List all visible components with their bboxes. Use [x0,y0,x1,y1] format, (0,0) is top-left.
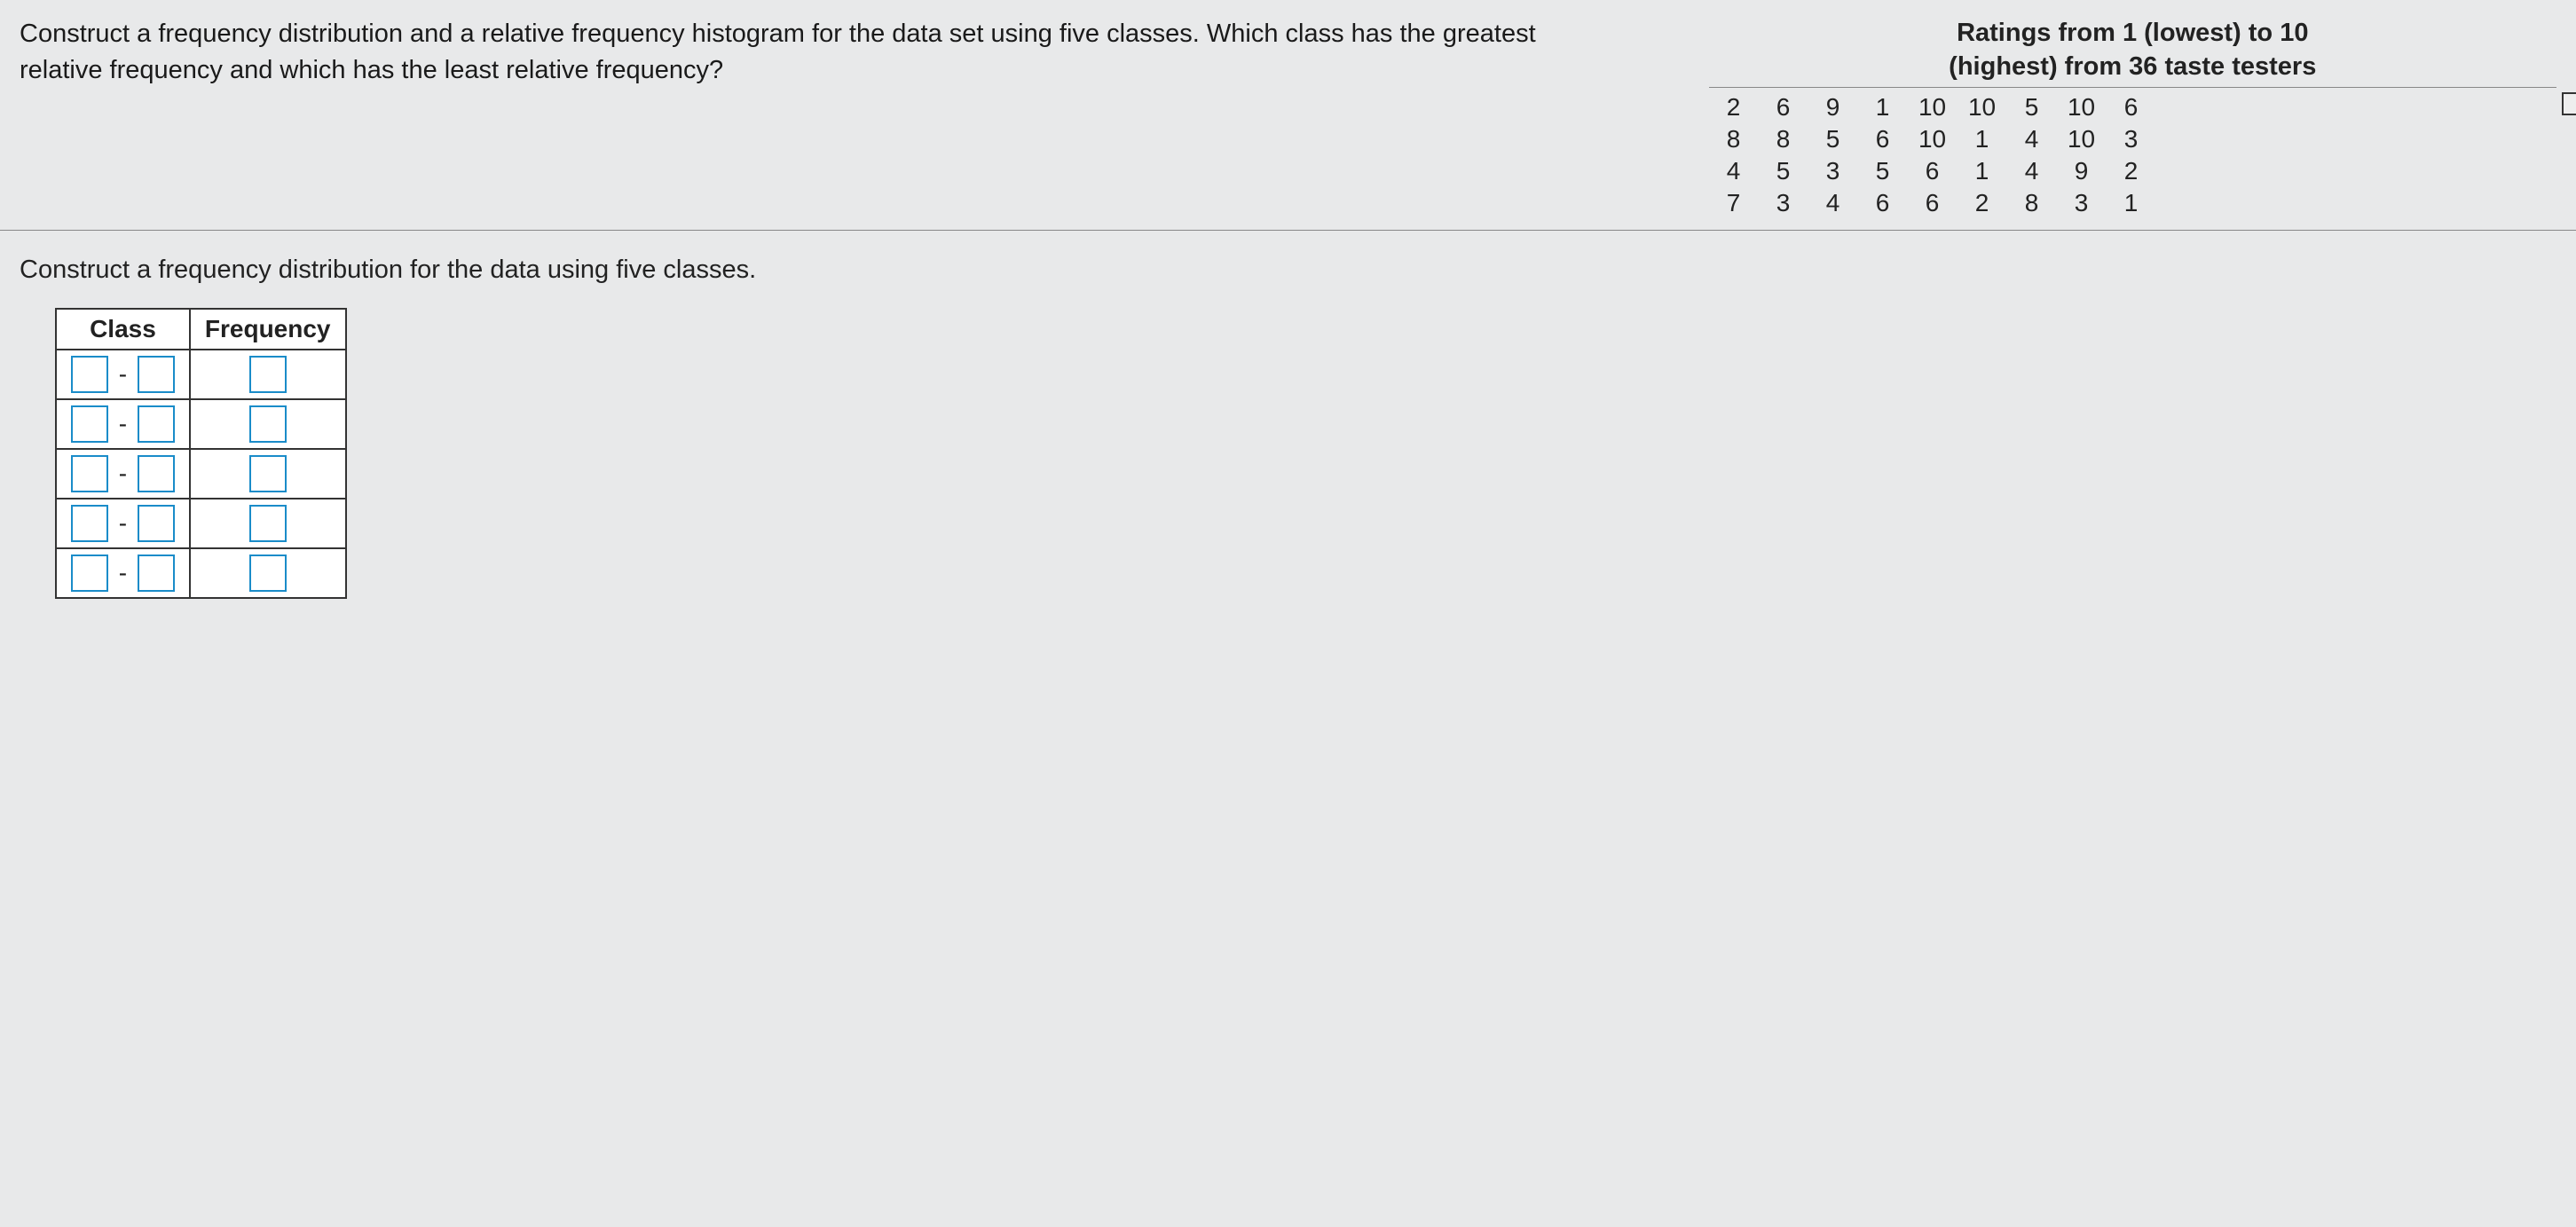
table-row: - [56,548,346,598]
data-grid: 2 6 9 1 10 10 5 10 6 8 8 5 6 10 1 4 10 3… [1709,91,2556,219]
data-cell: 5 [1808,123,1858,155]
dash: - [115,410,130,438]
data-cell: 6 [1858,187,1908,219]
question-text: Construct a frequency distribution and a… [20,16,1603,219]
data-cell: 6 [1858,123,1908,155]
data-cell: 10 [1908,123,1958,155]
class-high-input[interactable] [138,455,175,492]
class-low-input[interactable] [71,455,108,492]
frequency-table: Class Frequency - - [55,308,347,599]
class-high-input[interactable] [138,555,175,592]
class-high-input[interactable] [138,356,175,393]
data-cell: 6 [1908,155,1958,187]
data-cell: 5 [1759,155,1808,187]
data-cell: 6 [1908,187,1958,219]
dash: - [115,509,130,538]
frequency-input[interactable] [249,555,287,592]
data-cell: 4 [2007,123,2057,155]
class-low-input[interactable] [71,505,108,542]
data-cell: 8 [2007,187,2057,219]
data-cell: 9 [2057,155,2107,187]
data-cell: 8 [1759,123,1808,155]
data-cell: 6 [2107,91,2156,123]
class-low-input[interactable] [71,356,108,393]
class-low-input[interactable] [71,405,108,443]
table-row: - [56,350,346,399]
data-cell: 2 [1709,91,1759,123]
data-cell: 5 [1858,155,1908,187]
table-row: - [56,449,346,499]
data-cell: 2 [2107,155,2156,187]
data-cell: 3 [2107,123,2156,155]
data-cell: 2 [1958,187,2007,219]
top-section: Construct a frequency distribution and a… [0,0,2576,231]
class-high-input[interactable] [138,405,175,443]
frequency-input[interactable] [249,405,287,443]
popout-icon[interactable] [2562,92,2576,115]
data-cell: 4 [2007,155,2057,187]
data-cell: 3 [2057,187,2107,219]
instruction-text: Construct a frequency distribution for t… [20,256,2556,285]
data-title-line1: Ratings from 1 (lowest) to 10 [1709,16,2556,51]
data-cell: 6 [1759,91,1808,123]
header-class: Class [56,309,190,350]
data-cell: 1 [1958,155,2007,187]
data-cell: 10 [1908,91,1958,123]
frequency-input[interactable] [249,455,287,492]
data-cell: 1 [1958,123,2007,155]
data-panel: Ratings from 1 (lowest) to 10 (highest) … [1709,16,2556,219]
table-row: - [56,399,346,449]
class-low-input[interactable] [71,555,108,592]
data-cell: 3 [1759,187,1808,219]
data-cell: 4 [1808,187,1858,219]
data-cell: 10 [2057,123,2107,155]
data-cell: 7 [1709,187,1759,219]
frequency-input[interactable] [249,356,287,393]
data-title-line2: (highest) from 36 taste testers [1709,52,2556,82]
data-cell: 3 [1808,155,1858,187]
data-cell: 10 [1958,91,2007,123]
data-cell: 5 [2007,91,2057,123]
table-row: - [56,499,346,548]
lower-section: Construct a frequency distribution for t… [0,231,2576,624]
dash: - [115,460,130,488]
data-cell: 4 [1709,155,1759,187]
frequency-input[interactable] [249,505,287,542]
data-cell: 1 [2107,187,2156,219]
data-cell: 9 [1808,91,1858,123]
header-frequency: Frequency [190,309,346,350]
dash: - [115,559,130,587]
data-cell: 10 [2057,91,2107,123]
class-high-input[interactable] [138,505,175,542]
dash: - [115,360,130,389]
data-cell: 1 [1858,91,1908,123]
data-cell: 8 [1709,123,1759,155]
data-grid-wrap: 2 6 9 1 10 10 5 10 6 8 8 5 6 10 1 4 10 3… [1709,87,2556,219]
